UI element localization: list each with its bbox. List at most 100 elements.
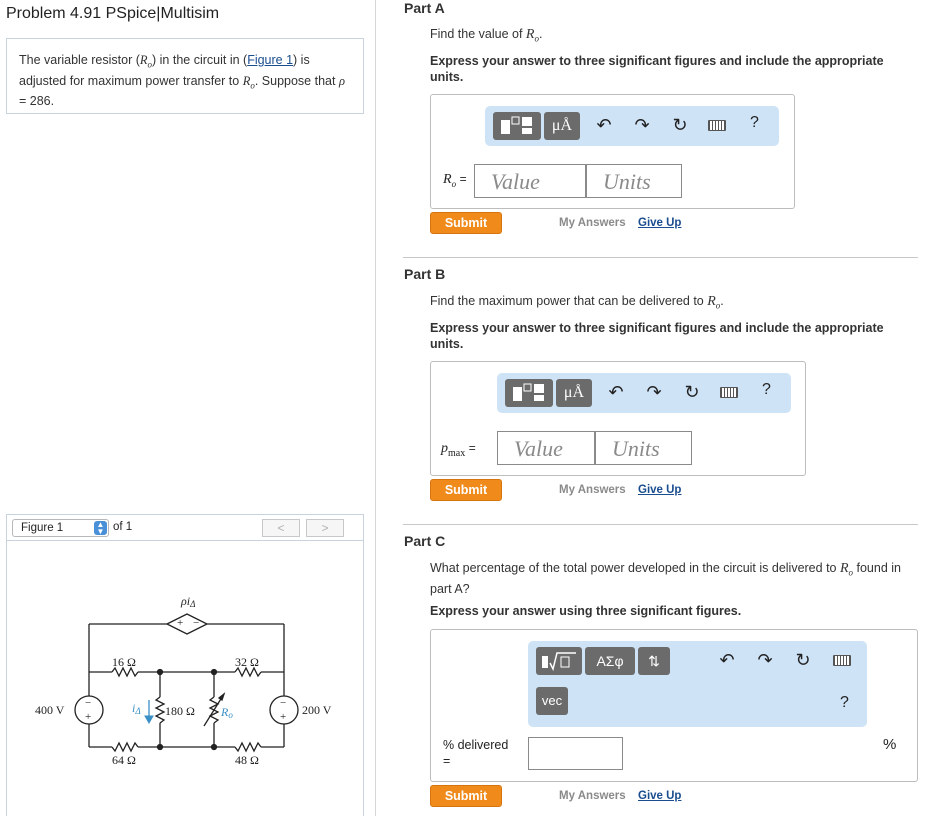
reset-icon[interactable]: ↻ (792, 649, 814, 671)
vec-button[interactable]: vec (536, 687, 568, 715)
divider (403, 524, 918, 525)
label-eq: = (443, 754, 451, 768)
v400-label: 400 V (35, 703, 65, 717)
r32-label: 32 Ω (235, 655, 259, 669)
divider (403, 257, 918, 258)
left-panel: Problem 4.91 PSpice|Multisim The variabl… (0, 0, 376, 816)
problem-title: Problem 4.91 PSpice|Multisim (6, 5, 220, 22)
templates-icon (501, 116, 532, 134)
templates-button[interactable] (505, 379, 553, 407)
part-b-var-label: pmax = (441, 441, 476, 459)
part-a-units-input[interactable]: Units (586, 164, 682, 198)
figure-panel: Figure 1 ▲ ▼ of 1 < > ρiΔ + − 16 Ω 32 Ω … (6, 514, 364, 816)
prev-figure-button[interactable]: < (262, 519, 300, 537)
part-b-instruction: Express your answer to three significant… (430, 321, 884, 351)
part-a-answer-box: μÅ ↶ ↷ ↻ ? Ro = Value Units (430, 94, 795, 209)
undo-icon[interactable]: ↶ (593, 114, 615, 136)
problem-text-4: . Suppose that (254, 73, 339, 88)
prompt-var: R (707, 294, 716, 309)
problem-text-1: The variable resistor ( (19, 53, 140, 67)
sqrt-button[interactable] (536, 647, 582, 675)
help-icon[interactable]: ? (840, 694, 849, 712)
part-c-toolbar: ΑΣφ ⇅ ↶ ↷ ↻ vec ? (528, 641, 867, 727)
next-figure-button[interactable]: > (306, 519, 344, 537)
redo-icon[interactable]: ↷ (631, 114, 653, 136)
node (210, 668, 218, 676)
undo-icon[interactable]: ↶ (716, 649, 738, 671)
updown-icon[interactable]: ⇅ (638, 647, 670, 675)
keyboard-icon[interactable] (708, 120, 726, 131)
undo-icon[interactable]: ↶ (605, 381, 627, 403)
part-a-my-answers[interactable]: My Answers (559, 217, 626, 229)
units-button[interactable]: μÅ (556, 379, 592, 407)
label-sub: o (451, 178, 457, 189)
part-a-var-label: Ro = (443, 172, 467, 189)
vec-button-label: vec (541, 693, 563, 708)
part-b-value-input[interactable]: Value (497, 431, 595, 465)
part-a-prompt: Find the value of Ro. (430, 26, 542, 47)
reset-icon[interactable]: ↻ (669, 114, 691, 136)
part-a-instruction: Express your answer to three significant… (430, 54, 884, 84)
part-a-give-up[interactable]: Give Up (638, 217, 681, 229)
circuit-diagram: ρiΔ + − 16 Ω 32 Ω 64 Ω 48 Ω 180 Ω Ro iΔ … (35, 594, 332, 767)
part-a-value-input[interactable]: Value (474, 164, 586, 198)
resistor-64 (111, 741, 139, 753)
part-c-label: % delivered = (443, 737, 508, 769)
part-c-value-input[interactable] (528, 737, 623, 770)
part-c-give-up[interactable]: Give Up (638, 790, 681, 802)
percent-suffix: % (883, 736, 897, 753)
part-c-my-answers[interactable]: My Answers (559, 790, 626, 802)
label-sub: max (448, 447, 466, 459)
dep-plus: + (177, 617, 183, 629)
figure-select-value: Figure 1 (21, 522, 64, 534)
r180-label: 180 Ω (165, 704, 195, 718)
templates-icon (513, 383, 544, 401)
help-icon[interactable]: ? (750, 114, 759, 132)
greek-button-label: ΑΣφ (596, 653, 624, 669)
part-c-submit-button[interactable]: Submit (430, 785, 502, 807)
v400-plus: + (85, 711, 91, 723)
redo-icon[interactable]: ↷ (754, 649, 776, 671)
units-button[interactable]: μÅ (544, 112, 580, 140)
part-b-submit-button[interactable]: Submit (430, 479, 502, 501)
var-R: R (139, 53, 148, 67)
ia-label: iΔ (132, 701, 141, 716)
resistor-16 (111, 666, 139, 678)
reset-icon[interactable]: ↻ (681, 381, 703, 403)
templates-button[interactable] (493, 112, 541, 140)
part-a-submit-button[interactable]: Submit (430, 212, 502, 234)
rho-value: = 286. (19, 94, 55, 108)
part-b-answer-box: μÅ ↶ ↷ ↻ ? pmax = Value Units (430, 361, 806, 476)
greek-button[interactable]: ΑΣφ (585, 647, 635, 675)
node (156, 743, 164, 751)
prompt-end: . (538, 27, 543, 41)
dep-minus: − (193, 617, 199, 629)
dep-source-label: ρiΔ (180, 594, 195, 609)
resistor-48 (234, 741, 262, 753)
sqrt-icon (542, 652, 576, 672)
help-icon[interactable]: ? (762, 381, 771, 399)
part-a-heading: Part A (404, 0, 445, 16)
part-b-give-up[interactable]: Give Up (638, 484, 681, 496)
prompt-text: Find the maximum power that can be deliv… (430, 294, 708, 308)
resistor-180 (154, 696, 166, 724)
v200-label: 200 V (302, 703, 332, 717)
ro-label: Ro (220, 705, 233, 720)
node (210, 743, 218, 751)
label-var: p (441, 441, 448, 456)
keyboard-icon[interactable] (833, 655, 851, 666)
keyboard-icon[interactable] (720, 387, 738, 398)
node (156, 668, 164, 676)
part-b-units-input[interactable]: Units (595, 431, 692, 465)
figure-toolbar: Figure 1 ▲ ▼ of 1 < > (7, 515, 363, 541)
redo-icon[interactable]: ↷ (643, 381, 665, 403)
figure-select[interactable]: Figure 1 ▲ ▼ (12, 519, 109, 537)
part-b-my-answers[interactable]: My Answers (559, 484, 626, 496)
problem-text-2: ) in the circuit in ( (152, 53, 248, 67)
figure-link[interactable]: Figure 1 (247, 53, 293, 67)
current-arrowhead (144, 715, 154, 725)
units-button-label: μÅ (551, 117, 573, 134)
label-eq: = (468, 441, 476, 455)
rho-var: ρ (338, 73, 345, 88)
dependent-source (165, 613, 209, 635)
